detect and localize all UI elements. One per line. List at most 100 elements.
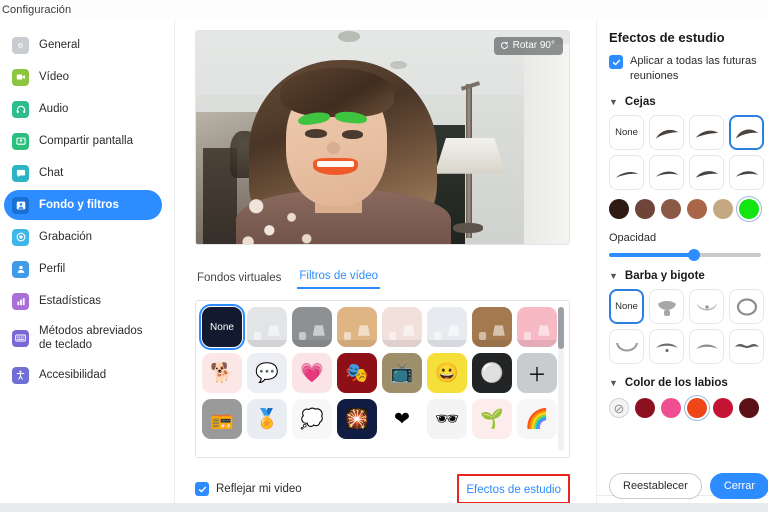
headphones-icon	[12, 101, 29, 118]
lip-color-swatch[interactable]	[739, 398, 759, 418]
beard-option-beard-1[interactable]	[649, 289, 684, 324]
nose	[327, 142, 340, 154]
sidebar-item-estad-sticas[interactable]: Estadísticas	[4, 286, 162, 316]
eyebrow-color-swatch[interactable]	[635, 199, 655, 219]
studio-panel-title: Efectos de estudio	[609, 30, 768, 45]
studio-effects-link[interactable]: Efectos de estudio	[466, 484, 561, 496]
chevron-down-icon: ▼	[609, 379, 618, 388]
sidebar-item-m-todos-abreviados-de-teclado[interactable]: Métodos abreviados de teclado	[4, 318, 162, 358]
filter-thumb-glyph: 💭	[300, 407, 324, 431]
sidebar-item-perfil[interactable]: Perfil	[4, 254, 162, 284]
mirror-video-label: Reflejar mi video	[216, 483, 302, 495]
eyebrow-colors	[609, 199, 768, 219]
lip-color-swatch[interactable]	[635, 398, 655, 418]
apply-future-meetings-checkbox[interactable]: Aplicar a todas las futuras reuniones	[609, 54, 768, 83]
filter-cell-tint-brown[interactable]	[472, 307, 512, 347]
filter-cell-sprout-face[interactable]: 🌱	[472, 399, 512, 439]
reset-button[interactable]: Reestablecer	[609, 473, 702, 499]
lip-color-swatch[interactable]	[687, 398, 707, 418]
lip-color-swatch[interactable]	[713, 398, 733, 418]
opacity-slider[interactable]	[609, 253, 761, 257]
filter-cell-pearl-frame[interactable]: ⚪	[472, 353, 512, 393]
eyebrow-option-none[interactable]: None	[609, 115, 644, 150]
video-preview[interactable]: Rotar 90°	[195, 30, 570, 245]
eyebrow-option-brow-7[interactable]	[729, 155, 764, 190]
sidebar-item-label: Compartir pantalla	[39, 134, 133, 148]
eyebrow-option-brow-5[interactable]	[649, 155, 684, 190]
filter-cell-none[interactable]: None	[202, 307, 242, 347]
mirror-video-checkbox[interactable]: Reflejar mi video	[195, 482, 302, 496]
tab-video-filters[interactable]: Filtros de vídeo	[297, 270, 380, 289]
filter-cell-award-badge[interactable]: 🏅	[247, 399, 287, 439]
eyebrows-section-header[interactable]: ▼ Cejas	[609, 96, 768, 108]
opacity-slider-fill	[609, 253, 694, 257]
eyebrow-option-brow-4[interactable]	[609, 155, 644, 190]
beard-option-none[interactable]: None	[609, 289, 644, 324]
lip-color-none-icon[interactable]: ⊘	[609, 398, 629, 418]
sidebar-item-compartir-pantalla[interactable]: Compartir pantalla	[4, 126, 162, 156]
filter-scrollbar-track[interactable]	[558, 307, 564, 451]
eyebrow-color-swatch[interactable]	[713, 199, 733, 219]
teeth	[317, 161, 354, 168]
sidebar-item-accesibilidad[interactable]: Accesibilidad	[4, 360, 162, 390]
filter-cell-emoji-frame[interactable]: 😀	[427, 353, 467, 393]
filter-scrollbar-thumb[interactable]	[558, 307, 564, 349]
sidebar-item-grabaci-n[interactable]: Grabación	[4, 222, 162, 252]
filter-cell-rainbow-face[interactable]: 🌈	[517, 399, 557, 439]
opacity-label: Opacidad	[609, 232, 768, 244]
sidebar-item-v-deo[interactable]: Vídeo	[4, 62, 162, 92]
beard-option-beard-3[interactable]	[729, 289, 764, 324]
eyebrow-color-swatch[interactable]	[739, 199, 759, 219]
filter-cell-curtain-frame[interactable]: 🎭	[337, 353, 377, 393]
sidebar-item-fondo-y-filtros[interactable]: Fondo y filtros	[4, 190, 162, 220]
beard-section-header[interactable]: ▼ Barba y bigote	[609, 270, 768, 282]
filter-cell-old-tv[interactable]: 📻	[202, 399, 242, 439]
beard-shape-icon	[692, 336, 722, 358]
filter-cell-tint-pink[interactable]	[517, 307, 557, 347]
lip-color-swatch[interactable]	[661, 398, 681, 418]
rotate-90-button[interactable]: Rotar 90°	[494, 37, 563, 55]
beard-option-beard-5[interactable]	[649, 329, 684, 364]
filter-thumb-glyph: 🐕	[210, 361, 234, 385]
filter-thumb	[472, 307, 512, 347]
eyebrow-option-brow-6[interactable]	[689, 155, 724, 190]
bangs	[280, 68, 394, 118]
sidebar-item-audio[interactable]: Audio	[4, 94, 162, 124]
beard-option-beard-6[interactable]	[689, 329, 724, 364]
filter-cell-love-frame[interactable]: 💗	[292, 353, 332, 393]
close-button[interactable]: Cerrar	[710, 473, 768, 499]
eyebrow-option-brow-2[interactable]	[689, 115, 724, 150]
beard-shape-icon	[732, 296, 762, 318]
beard-shape-icon	[732, 336, 762, 358]
tab-virtual-backgrounds[interactable]: Fondos virtuales	[195, 272, 283, 289]
filter-cell-dog-sticker[interactable]: 🐕	[202, 353, 242, 393]
filter-cell-tint-blush[interactable]	[382, 307, 422, 347]
video-scene	[196, 31, 569, 244]
sidebar-item-chat[interactable]: Chat	[4, 158, 162, 188]
filter-cell-tint-white[interactable]	[247, 307, 287, 347]
beard-option-beard-2[interactable]	[689, 289, 724, 324]
filter-cell-tint-cool[interactable]	[427, 307, 467, 347]
eyebrow-option-brow-1[interactable]	[649, 115, 684, 150]
filter-cell-string-lights[interactable]: 🎇	[337, 399, 377, 439]
beard-option-beard-7[interactable]	[729, 329, 764, 364]
eyebrow-option-brow-3[interactable]	[729, 115, 764, 150]
filter-cell-tint-tan[interactable]	[337, 307, 377, 347]
filter-cell-red-heart[interactable]: ❤	[382, 399, 422, 439]
lips-section-header[interactable]: ▼ Color de los labios	[609, 377, 768, 389]
opacity-slider-knob[interactable]	[688, 249, 700, 261]
eyebrow-color-swatch[interactable]	[687, 199, 707, 219]
eyebrow-color-swatch[interactable]	[609, 199, 629, 219]
filter-cell-tint-gray[interactable]	[292, 307, 332, 347]
window-title: Configuración	[0, 4, 71, 16]
filter-cell-retro-tv[interactable]: 📺	[382, 353, 422, 393]
eyebrow-color-swatch[interactable]	[661, 199, 681, 219]
filter-thumb-glyph: 📺	[390, 361, 414, 385]
filter-cell-speech-bubble[interactable]: 💬	[247, 353, 287, 393]
sidebar-item-general[interactable]: General	[4, 30, 162, 60]
filter-cell-huh-bubble[interactable]: 💭	[292, 399, 332, 439]
beard-option-beard-4[interactable]	[609, 329, 644, 364]
taskbar	[0, 503, 768, 512]
filter-cell-sunglasses[interactable]: 🕶	[427, 399, 467, 439]
filter-cell-add-custom[interactable]: ＋	[517, 353, 557, 393]
